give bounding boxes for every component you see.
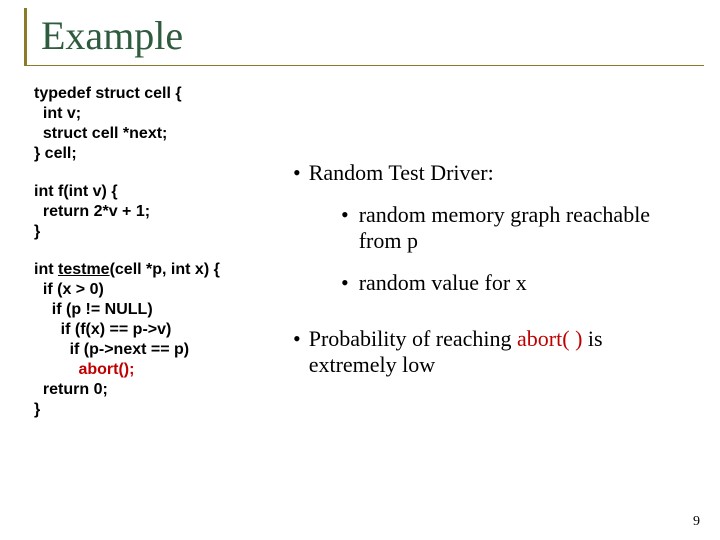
- spacer: [293, 312, 696, 326]
- slide: Example typedef struct cell { int v; str…: [0, 0, 720, 540]
- bullet-l2: • random memory graph reachable from p: [341, 202, 696, 254]
- text-part: Probability of reaching: [309, 326, 517, 351]
- bullet-text: random memory graph reachable from p: [359, 202, 696, 254]
- bullet-dot-icon: •: [293, 326, 301, 352]
- code-line-part: [34, 361, 78, 378]
- bullet-l1: • Probability of reaching abort( ) is ex…: [293, 326, 696, 378]
- code-line: typedef struct cell {: [34, 85, 182, 102]
- code-line: struct cell *next;: [34, 125, 167, 142]
- code-line: int v;: [34, 105, 81, 122]
- bullet-dot-icon: •: [341, 270, 349, 296]
- code-block-struct: typedef struct cell { int v; struct cell…: [34, 84, 289, 164]
- code-line: } cell;: [34, 145, 77, 162]
- code-fn-name: testme: [58, 261, 110, 278]
- bullet-text: random value for x: [359, 270, 527, 296]
- bullet-dot-icon: •: [293, 160, 301, 186]
- code-line-part: int: [34, 261, 58, 278]
- code-abort-call: abort();: [78, 361, 134, 378]
- code-line: if (p->next == p): [34, 341, 189, 358]
- code-line: int f(int v) {: [34, 183, 118, 200]
- page-number: 9: [693, 514, 700, 530]
- code-line: return 2*v + 1;: [34, 203, 150, 220]
- bullet-l2: • random value for x: [341, 270, 696, 296]
- code-line: if (x > 0): [34, 281, 104, 298]
- code-line: }: [34, 401, 40, 418]
- content-columns: typedef struct cell { int v; struct cell…: [24, 84, 696, 420]
- bullet-text: Probability of reaching abort( ) is extr…: [309, 326, 696, 378]
- code-line: }: [34, 223, 40, 240]
- title-container: Example: [24, 8, 704, 66]
- bullet-column: • Random Test Driver: • random memory gr…: [289, 84, 696, 394]
- code-line: return 0;: [34, 381, 108, 398]
- bullet-dot-icon: •: [341, 202, 349, 254]
- code-column: typedef struct cell { int v; struct cell…: [24, 84, 289, 420]
- code-line: if (p != NULL): [34, 301, 153, 318]
- code-block-f: int f(int v) { return 2*v + 1; }: [34, 182, 289, 242]
- abort-keyword: abort( ): [517, 326, 582, 351]
- page-title: Example: [41, 12, 704, 59]
- bullet-text: Random Test Driver:: [309, 160, 494, 186]
- code-block-testme: int testme(cell *p, int x) { if (x > 0) …: [34, 260, 289, 420]
- code-line-part: (cell *p, int x) {: [110, 261, 220, 278]
- bullet-l1: • Random Test Driver:: [293, 160, 696, 186]
- code-line: if (f(x) == p->v): [34, 321, 171, 338]
